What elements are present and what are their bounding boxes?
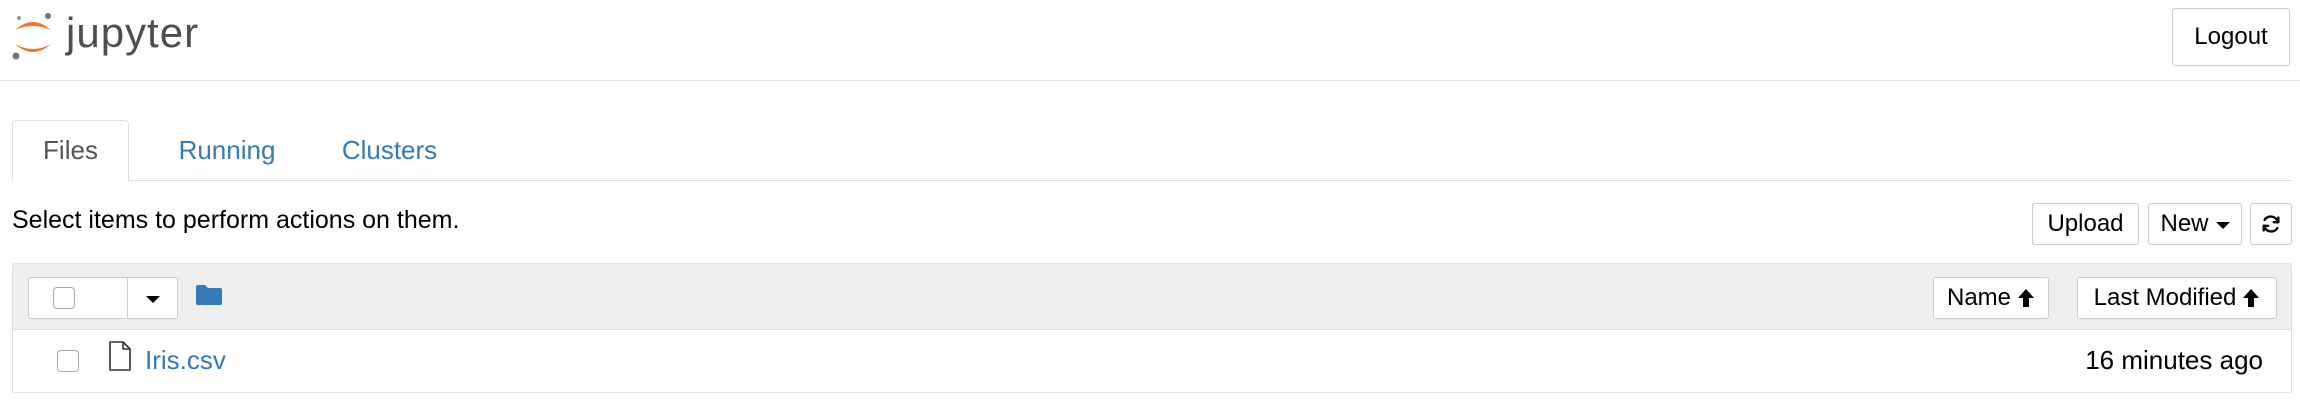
list-item[interactable]: Iris.csv 16 minutes ago [13, 330, 2291, 392]
file-list-header: Name Last Modified [13, 264, 2291, 330]
select-all-checkbox[interactable] [53, 287, 75, 309]
upload-button[interactable]: Upload [2032, 203, 2139, 245]
sort-by-name-button[interactable]: Name [1933, 277, 2049, 319]
arrow-up-icon [2018, 289, 2035, 307]
tab-clusters[interactable]: Clusters [317, 120, 462, 180]
refresh-icon [2262, 215, 2280, 233]
select-all-group [28, 277, 178, 319]
tab-bar: Files Running Clusters [12, 120, 2292, 181]
jupyter-logo[interactable]: jupyter [10, 6, 199, 68]
arrow-up-icon [2243, 289, 2260, 307]
jupyter-logo-icon [12, 13, 51, 60]
folder-icon[interactable] [195, 284, 223, 311]
header: jupyter Logout [0, 0, 2300, 81]
select-all-box[interactable] [28, 277, 128, 319]
refresh-button[interactable] [2250, 203, 2292, 245]
tab-running[interactable]: Running [147, 120, 307, 180]
sort-by-modified-button[interactable]: Last Modified [2077, 277, 2277, 319]
new-dropdown-button[interactable]: New [2148, 203, 2242, 245]
new-button-label: New [2160, 210, 2209, 237]
tab-files[interactable]: Files [12, 120, 129, 181]
file-link[interactable]: Iris.csv [145, 345, 226, 376]
caret-down-icon [2215, 221, 2230, 229]
file-icon [108, 341, 132, 376]
sort-name-label: Name [1946, 284, 2012, 311]
item-checkbox[interactable] [57, 350, 79, 372]
selection-hint: Select items to perform actions on them. [12, 206, 460, 234]
file-list: Name Last Modified Iris.csv 16 minutes a… [12, 263, 2292, 393]
logout-button[interactable]: Logout [2172, 8, 2290, 66]
select-menu-button[interactable] [128, 277, 178, 319]
sort-modified-label: Last Modified [2093, 284, 2237, 311]
logo-text: jupyter [66, 9, 200, 56]
caret-down-icon [145, 295, 160, 303]
file-modified-time: 16 minutes ago [2085, 345, 2263, 375]
